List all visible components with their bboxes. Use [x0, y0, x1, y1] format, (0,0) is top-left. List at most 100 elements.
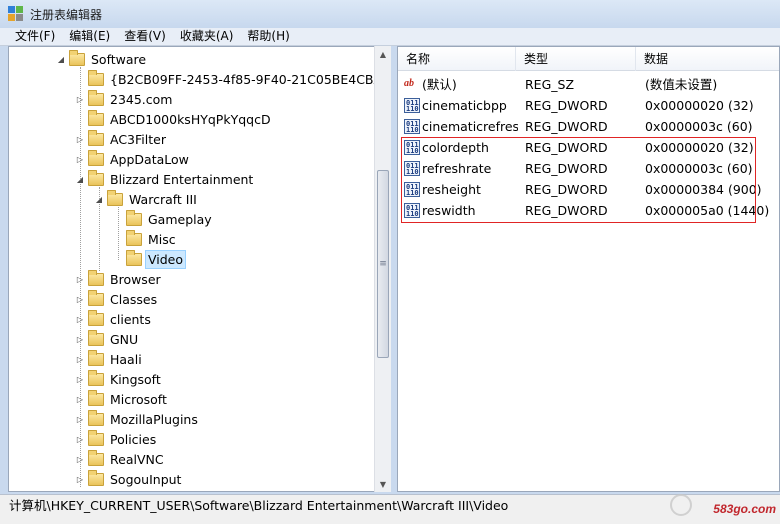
value-name: cinematicbpp: [422, 98, 507, 113]
tree-item-label: Microsoft: [110, 391, 167, 407]
expand-arrow-icon[interactable]: ▷: [74, 469, 86, 489]
window-title: 注册表编辑器: [30, 7, 103, 22]
tree-item-misc[interactable]: Misc: [112, 229, 179, 249]
menu-view[interactable]: 查看(V): [117, 28, 173, 45]
expand-arrow-icon[interactable]: ▷: [74, 409, 86, 429]
column-header: 名称 类型 数据: [398, 47, 779, 71]
expand-arrow-icon[interactable]: ▷: [74, 89, 86, 109]
value-row-cinematicrefresh[interactable]: 011 110 cinematicrefresh REG_DWORD 0x0000…: [398, 116, 779, 137]
watermark-text: 583go.com: [713, 502, 776, 516]
status-bar: 计算机\HKEY_CURRENT_USER\Software\Blizzard …: [0, 494, 780, 524]
tree-item-label: Haali: [110, 351, 142, 367]
value-row-cinematicbpp[interactable]: 011 110 cinematicbpp REG_DWORD 0x00000020…: [398, 95, 779, 116]
tree-item-realvnc[interactable]: ▷ RealVNC: [74, 449, 167, 469]
values-list[interactable]: 名称 类型 数据 ab (默认) REG_SZ (数值未设置) 011 110 c…: [397, 46, 780, 492]
value-type: REG_DWORD: [525, 119, 608, 134]
value-data: 0x00000020 (32): [645, 98, 754, 113]
column-data[interactable]: 数据: [636, 47, 779, 71]
scroll-down-arrow-icon[interactable]: ▼: [375, 476, 391, 492]
tree-item-label: Kingsoft: [110, 371, 161, 387]
folder-icon: [88, 149, 104, 166]
folder-icon: [88, 109, 104, 126]
tree-item-blizzard[interactable]: ◢ Blizzard Entertainment: [74, 169, 256, 189]
collapse-arrow-icon[interactable]: ◢: [74, 169, 86, 189]
expand-arrow-icon[interactable]: ▷: [74, 309, 86, 329]
folder-icon: [88, 429, 104, 446]
column-name[interactable]: 名称: [398, 47, 516, 71]
tree-scrollbar[interactable]: ▲ ≡ ▼: [374, 46, 391, 492]
expand-arrow-icon[interactable]: ▷: [74, 349, 86, 369]
tree-expander: [74, 69, 86, 89]
tree-item-clients[interactable]: ▷ clients: [74, 309, 154, 329]
tree-item-label: GNU: [110, 331, 139, 347]
tree-item-label: SogouInput: [110, 471, 182, 487]
tree-item-label: clients: [110, 311, 151, 327]
tree-expander: [74, 109, 86, 129]
tree-item-warcraft3[interactable]: ◢ Warcraft III: [93, 189, 200, 209]
menu-bar: 文件(F) 编辑(E) 查看(V) 收藏夹(A) 帮助(H): [0, 28, 780, 46]
tree-item-gnu[interactable]: ▷ GNU: [74, 329, 141, 349]
tree-item-abcd[interactable]: ABCD1000ksHYqPkYqqcD: [74, 109, 274, 129]
tree-item-browser[interactable]: ▷ Browser: [74, 269, 164, 289]
tree-item-appdatalow[interactable]: ▷ AppDataLow: [74, 149, 192, 169]
value-data: (数值未设置): [645, 77, 718, 92]
expand-arrow-icon[interactable]: ▷: [74, 269, 86, 289]
folder-icon: [88, 409, 104, 426]
collapse-arrow-icon[interactable]: ◢: [55, 49, 67, 69]
tree-item-classes[interactable]: ▷ Classes: [74, 289, 160, 309]
open-folder-icon: [126, 249, 142, 266]
folder-icon: [88, 289, 104, 306]
value-type: REG_DWORD: [525, 98, 608, 113]
menu-favorites[interactable]: 收藏夹(A): [173, 28, 241, 45]
tree-item-ac3filter[interactable]: ▷ AC3Filter: [74, 129, 169, 149]
tree-item-guid[interactable]: {B2CB09FF-2453-4f85-9F40-21C05BE4CBA8}: [74, 69, 390, 89]
folder-icon: [69, 49, 85, 66]
tree-item-microsoft[interactable]: ▷ Microsoft: [74, 389, 170, 409]
folder-icon: [88, 169, 104, 186]
tree-item-gameplay[interactable]: Gameplay: [112, 209, 215, 229]
tree-item-2345[interactable]: ▷ 2345.com: [74, 89, 175, 109]
expand-arrow-icon[interactable]: ▷: [74, 429, 86, 449]
collapse-arrow-icon[interactable]: ◢: [93, 189, 105, 209]
tree-item-sogouinput[interactable]: ▷ SogouInput: [74, 469, 184, 489]
binary-value-icon: 011 110: [404, 119, 420, 134]
menu-file[interactable]: 文件(F): [8, 28, 62, 45]
expand-arrow-icon[interactable]: ▷: [74, 369, 86, 389]
watermark-circle-icon: [670, 494, 692, 516]
folder-icon: [88, 89, 104, 106]
folder-icon: [88, 449, 104, 466]
tree-item-kingsoft[interactable]: ▷ Kingsoft: [74, 369, 164, 389]
folder-icon: [88, 469, 104, 486]
tree-item-policies[interactable]: ▷ Policies: [74, 429, 159, 449]
highlight-box: [401, 137, 756, 223]
tree-item-video[interactable]: Video: [112, 249, 187, 269]
tree-item-haali[interactable]: ▷ Haali: [74, 349, 145, 369]
tree-item-label: MozillaPlugins: [110, 411, 198, 427]
tree-item-mozillaplugins[interactable]: ▷ MozillaPlugins: [74, 409, 201, 429]
value-data: 0x0000003c (60): [645, 119, 753, 134]
scroll-up-arrow-icon[interactable]: ▲: [375, 46, 391, 62]
expand-arrow-icon[interactable]: ▷: [74, 129, 86, 149]
tree-item-label: Blizzard Entertainment: [110, 171, 254, 187]
menu-help[interactable]: 帮助(H): [240, 28, 296, 45]
menu-edit[interactable]: 编辑(E): [62, 28, 117, 45]
expand-arrow-icon[interactable]: ▷: [74, 149, 86, 169]
tree-item-software[interactable]: ◢ Software: [55, 49, 149, 69]
regedit-icon: [8, 6, 24, 22]
folder-icon: [88, 269, 104, 286]
expand-arrow-icon[interactable]: ▷: [74, 329, 86, 349]
title-bar: 注册表编辑器: [0, 0, 780, 28]
string-value-icon: ab: [404, 78, 414, 89]
tree-expander: [112, 229, 124, 249]
scroll-thumb[interactable]: ≡: [377, 170, 389, 358]
folder-icon: [107, 189, 123, 206]
folder-icon: [88, 369, 104, 386]
registry-tree[interactable]: ◢ Software {B2CB09FF-2453-4f85-9F40-21C0…: [8, 46, 391, 492]
tree-item-label: Gameplay: [148, 211, 212, 227]
expand-arrow-icon[interactable]: ▷: [74, 449, 86, 469]
expand-arrow-icon[interactable]: ▷: [74, 289, 86, 309]
expand-arrow-icon[interactable]: ▷: [74, 389, 86, 409]
value-row-default[interactable]: ab (默认) REG_SZ (数值未设置): [398, 74, 779, 95]
tree-item-label: Video: [145, 249, 187, 269]
column-type[interactable]: 类型: [516, 47, 636, 71]
